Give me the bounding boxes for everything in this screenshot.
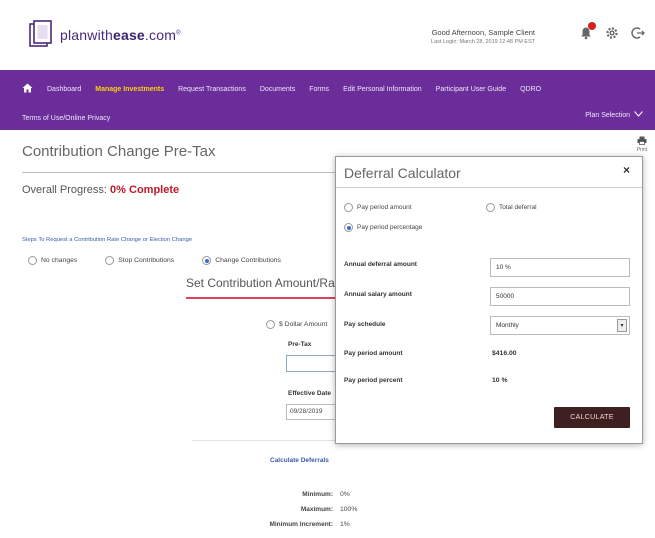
main-nav: Dashboard Manage Investments Request Tra… bbox=[0, 70, 655, 130]
pay-schedule-value: Monthly bbox=[496, 322, 519, 329]
nav-forms[interactable]: Forms bbox=[309, 86, 329, 93]
radio-pay-period-amount[interactable]: Pay period amount bbox=[344, 203, 412, 212]
steps-link[interactable]: Steps To Request a Contribution Rate Cha… bbox=[22, 237, 192, 243]
pretax-input[interactable] bbox=[286, 355, 336, 372]
limit-label: Minimum Increment: bbox=[269, 521, 333, 528]
logout-icon[interactable] bbox=[631, 26, 645, 40]
radio-label: Pay period amount bbox=[357, 204, 412, 211]
bell-icon[interactable] bbox=[579, 22, 596, 40]
limit-label: Minimum: bbox=[302, 491, 333, 498]
annual-salary-input[interactable]: 50000 bbox=[490, 287, 630, 306]
print-button[interactable]: Print bbox=[637, 136, 647, 153]
effective-date-input[interactable]: 09/28/2019 bbox=[286, 404, 336, 420]
radio-icon bbox=[105, 256, 115, 265]
pretax-label: Pre-Tax bbox=[288, 341, 312, 348]
logo[interactable]: planwithease.com® bbox=[28, 20, 181, 50]
notification-badge bbox=[588, 22, 596, 30]
modal-divider bbox=[336, 187, 642, 188]
limit-label: Maximum: bbox=[300, 506, 333, 513]
option-change-contributions[interactable]: Change Contributions bbox=[202, 256, 281, 265]
progress-label: Overall Progress: bbox=[22, 184, 107, 196]
page-title: Contribution Change Pre-Tax bbox=[22, 143, 216, 160]
print-label: Print bbox=[636, 147, 647, 153]
nav-edit-personal-information[interactable]: Edit Personal Information bbox=[343, 86, 422, 93]
nav-qdro[interactable]: QDRO bbox=[520, 86, 541, 93]
nav-row: Dashboard Manage Investments Request Tra… bbox=[22, 83, 541, 96]
nav-row-2: Terms of Use/Online Privacy bbox=[22, 112, 110, 123]
option-stop-contributions[interactable]: Stop Contributions bbox=[105, 256, 174, 265]
effective-date-label: Effective Date bbox=[288, 390, 331, 397]
nav-request-transactions[interactable]: Request Transactions bbox=[178, 86, 246, 93]
plan-selection-label: Plan Selection bbox=[585, 111, 630, 119]
deferral-calculator-modal: Deferral Calculator × Pay period amount … bbox=[335, 156, 643, 444]
annual-salary-label: Annual salary amount bbox=[344, 291, 412, 298]
radio-icon bbox=[486, 203, 495, 212]
header: planwithease.com® Good Afternoon, Sample… bbox=[0, 0, 655, 70]
radio-icon bbox=[344, 203, 353, 212]
option-label: $ Dollar Amount bbox=[279, 321, 328, 328]
nav-participant-user-guide[interactable]: Participant User Guide bbox=[436, 86, 506, 93]
gear-icon[interactable] bbox=[605, 26, 619, 40]
nav-documents[interactable]: Documents bbox=[260, 86, 295, 93]
plan-selection-dropdown[interactable]: Plan Selection bbox=[585, 111, 643, 119]
pay-period-amount-value: $416.00 bbox=[492, 350, 517, 357]
close-icon[interactable]: × bbox=[623, 163, 630, 177]
option-label: No changes bbox=[41, 257, 78, 264]
pay-period-amount-label: Pay period amount bbox=[344, 350, 403, 357]
dropdown-arrow-icon[interactable]: ▾ bbox=[617, 319, 627, 332]
option-label: Stop Contributions bbox=[118, 257, 175, 264]
radio-label: Pay period percentage bbox=[357, 224, 423, 231]
pay-schedule-label: Pay schedule bbox=[344, 321, 386, 328]
greeting: Good Afternoon, Sample Client Last Login… bbox=[431, 28, 535, 45]
home-icon[interactable] bbox=[22, 83, 33, 96]
pay-period-percent-value: 10 % bbox=[492, 377, 508, 384]
last-login-text: Last Login: March 28, 2019 12:48 PM EST bbox=[431, 39, 535, 45]
limit-minimum-value: 0% bbox=[340, 491, 350, 498]
progress-value: 0% Complete bbox=[110, 184, 180, 196]
option-label: Change Contributions bbox=[215, 257, 281, 264]
overall-progress: Overall Progress: 0% Complete bbox=[22, 184, 179, 196]
election-options: No changes Stop Contributions Change Con… bbox=[28, 256, 281, 265]
dollar-amount-option[interactable]: $ Dollar Amount bbox=[266, 320, 327, 329]
calculate-button[interactable]: CALCULATE bbox=[554, 407, 630, 428]
nav-terms-of-use[interactable]: Terms of Use/Online Privacy bbox=[22, 115, 110, 122]
modal-title: Deferral Calculator bbox=[344, 165, 461, 181]
nav-dashboard[interactable]: Dashboard bbox=[47, 86, 81, 93]
divider bbox=[192, 440, 337, 441]
nav-manage-investments[interactable]: Manage Investments bbox=[95, 86, 164, 93]
logo-text: planwithease.com® bbox=[60, 27, 181, 43]
radio-icon bbox=[266, 320, 275, 329]
calculate-deferrals-link[interactable]: Calculate Deferrals bbox=[270, 457, 329, 464]
radio-pay-period-percentage[interactable]: Pay period percentage bbox=[344, 223, 422, 232]
limit-increment-value: 1% bbox=[340, 521, 350, 528]
logo-document-icon bbox=[28, 20, 54, 50]
annual-deferral-input[interactable]: 10 % bbox=[490, 258, 630, 277]
header-icons bbox=[579, 22, 645, 40]
radio-total-deferral[interactable]: Total deferral bbox=[486, 203, 537, 212]
pay-period-percent-label: Pay period percent bbox=[344, 377, 403, 384]
radio-selected-icon bbox=[344, 223, 353, 232]
limit-maximum-value: 100% bbox=[340, 506, 358, 513]
chevron-down-icon bbox=[634, 111, 643, 119]
radio-label: Total deferral bbox=[499, 204, 537, 211]
pay-schedule-select[interactable]: Monthly ▾ bbox=[490, 316, 630, 335]
section-underline bbox=[186, 297, 346, 299]
option-no-changes[interactable]: No changes bbox=[28, 256, 77, 265]
radio-selected-icon bbox=[202, 256, 212, 265]
annual-deferral-label: Annual deferral amount bbox=[344, 261, 417, 268]
set-contribution-title: Set Contribution Amount/Ra bbox=[186, 276, 335, 290]
radio-icon bbox=[28, 256, 37, 265]
greeting-text: Good Afternoon, Sample Client bbox=[431, 28, 535, 37]
